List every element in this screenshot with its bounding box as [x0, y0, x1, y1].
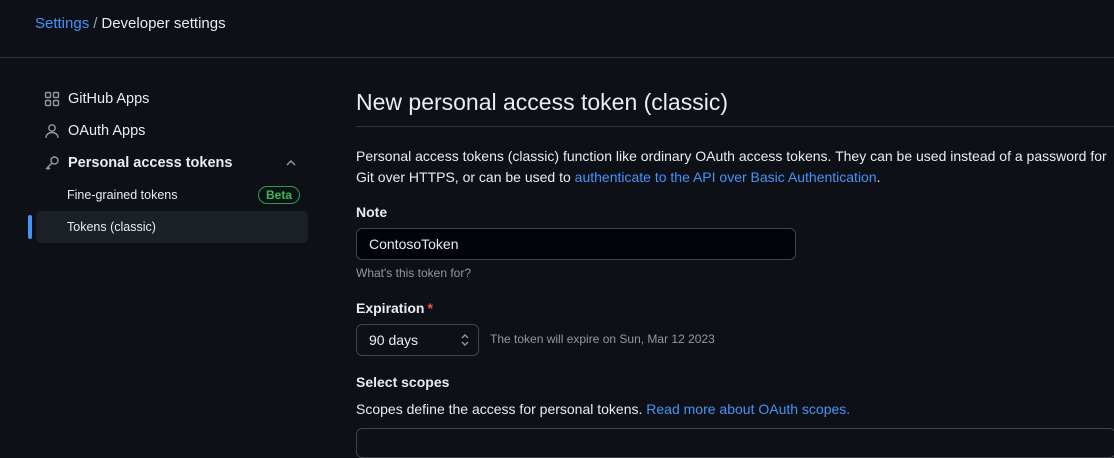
sidebar-item-label: OAuth Apps [68, 123, 146, 139]
sidebar-item-label: Personal access tokens [68, 155, 233, 171]
breadcrumb-settings-link[interactable]: Settings [35, 15, 89, 32]
scopes-label: Select scopes [356, 374, 450, 390]
sidebar-subitem-fine-grained-tokens[interactable]: Fine-grained tokens Beta [36, 179, 308, 211]
sidebar-item-github-apps[interactable]: GitHub Apps [36, 83, 308, 115]
chevron-up-icon[interactable] [284, 156, 298, 170]
key-icon [44, 155, 60, 171]
page-title: New personal access token (classic) [356, 89, 1114, 127]
expiration-label-text: Expiration [356, 300, 425, 316]
breadcrumb: Settings / Developer settings [35, 15, 226, 33]
note-label: Note [356, 204, 388, 220]
sidebar-item-personal-access-tokens[interactable]: Personal access tokens [36, 147, 308, 179]
expiration-label: Expiration * [356, 300, 433, 316]
scopes-list [356, 428, 1114, 458]
description: Personal access tokens (classic) functio… [356, 146, 1114, 188]
note-input[interactable] [356, 228, 796, 260]
note-hint: What's this token for? [356, 266, 472, 280]
sidebar-item-label: GitHub Apps [68, 91, 150, 107]
scopes-description-text: Scopes define the access for personal to… [356, 401, 647, 417]
expiration-info: The token will expire on Sun, Mar 12 202… [490, 332, 715, 346]
oauth-scopes-link[interactable]: Read more about OAuth scopes. [646, 401, 850, 417]
scopes-description: Scopes define the access for personal to… [356, 401, 850, 417]
basic-auth-link[interactable]: authenticate to the API over Basic Authe… [575, 169, 877, 185]
expiration-selected-value: 90 days [369, 332, 419, 348]
top-bar: Settings / Developer settings [0, 0, 1114, 58]
active-indicator [28, 215, 32, 239]
sidebar-subitem-label: Tokens (classic) [67, 220, 156, 234]
beta-badge: Beta [257, 186, 300, 204]
expiration-select[interactable]: 90 days [356, 324, 479, 356]
breadcrumb-current: Developer settings [101, 15, 226, 32]
breadcrumb-separator: / [93, 15, 98, 32]
sidebar-subitem-label: Fine-grained tokens [67, 188, 178, 202]
sidebar-item-oauth-apps[interactable]: OAuth Apps [36, 115, 308, 147]
person-icon [44, 123, 60, 139]
apps-icon [44, 91, 60, 107]
select-arrows-icon [461, 334, 469, 346]
sidebar-subitem-tokens-classic[interactable]: Tokens (classic) [36, 211, 308, 243]
description-suffix: . [876, 169, 881, 185]
required-mark: * [427, 300, 433, 316]
